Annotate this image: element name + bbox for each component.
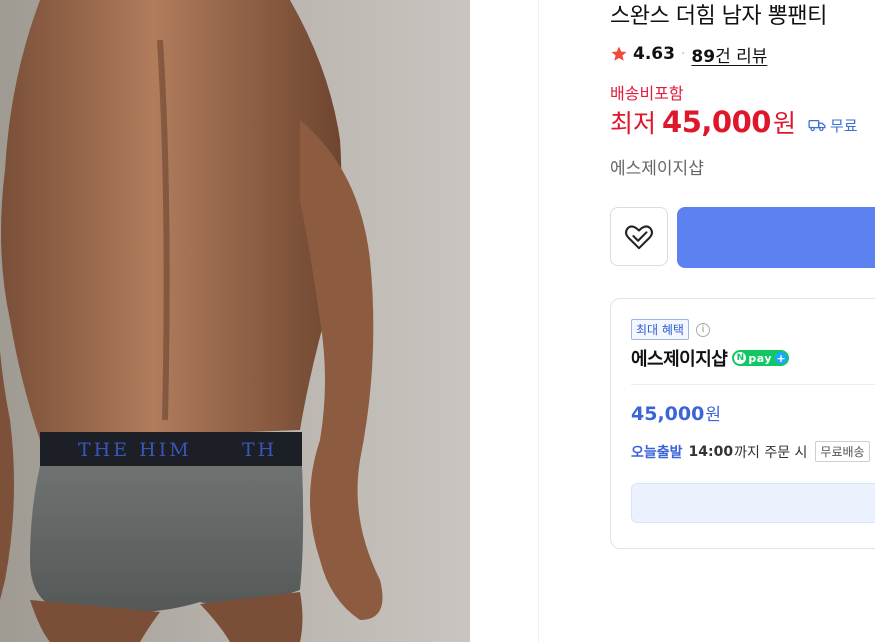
rating-separator: · — [680, 46, 686, 62]
dispatch-label: 오늘출발 — [631, 444, 683, 461]
review-suffix: 건 리뷰 — [715, 46, 768, 67]
review-link[interactable]: 89건 리뷰 — [691, 42, 767, 67]
dispatch-row: 오늘출발 14:00 까지 주문 시 무료배송 — [631, 441, 870, 462]
price-value: 45,000 — [662, 105, 771, 139]
npay-plus-icon: + — [775, 351, 787, 365]
waistband-text: THE HIM — [78, 439, 192, 461]
card-divider — [631, 384, 875, 385]
product-title: 스완스 더힘 남자 뽕팬티 — [610, 4, 827, 29]
card-store-name[interactable]: 에스제이지샵 — [631, 345, 728, 371]
review-count: 89 — [691, 46, 716, 67]
price-prefix: 최저 — [610, 109, 657, 138]
buy-button[interactable] — [677, 207, 875, 268]
shipping-fee-text: 무료 — [829, 116, 858, 135]
star-icon — [611, 46, 627, 61]
card-price: 45,000 — [631, 403, 705, 425]
price-unit: 원 — [772, 109, 796, 138]
waistband-label: THE HIM — [78, 439, 192, 461]
seller-name[interactable]: 에스제이지샵 — [610, 154, 704, 179]
card-store-row: 에스제이지샵 N pay + — [631, 345, 789, 371]
rating-score: 4.63 — [633, 44, 675, 64]
waistband-text-2: TH — [242, 439, 278, 461]
card-price-unit: 원 — [705, 405, 721, 425]
info-icon[interactable]: i — [695, 322, 710, 337]
price-row: 최저 45,000 원 무료 — [610, 104, 858, 140]
dispatch-time: 14:00 — [688, 443, 734, 460]
npay-badge: N pay + — [732, 350, 789, 366]
divider — [538, 0, 539, 642]
max-benefit-badge: 최대 혜택 — [631, 319, 689, 340]
truck-icon — [808, 119, 826, 132]
shipping-fee: 무료 — [808, 115, 858, 136]
dispatch-suffix: 까지 주문 시 — [734, 444, 808, 461]
product-photo-illustration — [0, 0, 383, 642]
rating-row: 4.63 · 89건 리뷰 — [610, 42, 767, 67]
npay-logo-icon: N — [734, 352, 747, 364]
wishlist-button[interactable] — [610, 207, 668, 266]
heart-check-icon — [625, 224, 653, 249]
card-price-row: 45,000 원 — [631, 400, 721, 425]
max-benefit-row: 최대 혜택 i — [631, 319, 710, 340]
card-cta-button[interactable] — [631, 483, 875, 523]
free-shipping-badge: 무료배송 — [815, 441, 870, 462]
product-image: THE HIM TH — [0, 0, 470, 642]
shipping-included-label: 배송비포함 — [610, 84, 684, 103]
waistband-label-2: TH — [242, 439, 277, 461]
benefit-card: 최대 혜택 i 에스제이지샵 N pay + 45,000 원 오늘출발 14:… — [610, 298, 875, 549]
npay-label: pay — [748, 351, 772, 365]
